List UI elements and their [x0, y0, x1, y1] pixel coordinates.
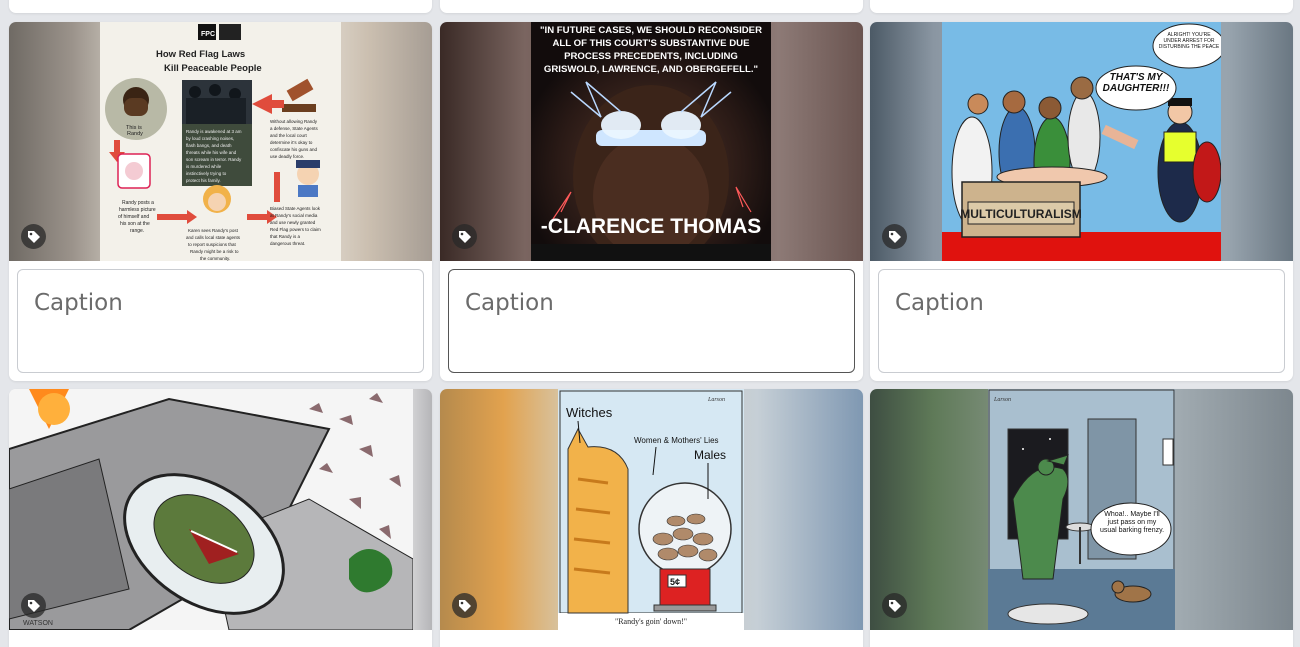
- caption-input[interactable]: [17, 269, 424, 373]
- svg-text:and the local court: and the local court: [270, 133, 308, 138]
- tag-button[interactable]: [882, 224, 907, 249]
- quote-attribution: -CLARENCE THOMAS: [541, 215, 762, 238]
- svg-text:by loud crashing noises,: by loud crashing noises,: [186, 136, 234, 141]
- image-card: Whoa!.. Maybe I'll just pass on my usual…: [870, 389, 1293, 647]
- svg-text:range.: range.: [130, 228, 144, 234]
- svg-text:Biased State Agents look: Biased State Agents look: [270, 206, 321, 211]
- cartoon-caption: "Randy's goin' down!": [615, 617, 687, 626]
- quote-image: "IN FUTURE CASES, WE SHOULD RECONSIDER A…: [531, 22, 771, 261]
- tag-button[interactable]: [452, 224, 477, 249]
- svg-text:son scream in terror. Randy: son scream in terror. Randy: [186, 157, 242, 162]
- svg-text:of himself and: of himself and: [118, 214, 149, 220]
- svg-text:flash bangs, and death: flash bangs, and death: [186, 143, 232, 148]
- infographic-title: How Red Flag Laws: [156, 49, 245, 60]
- card-stub: [9, 0, 432, 13]
- svg-text:is murdered while: is murdered while: [186, 164, 222, 169]
- cartoon-image: MULTICULTURALISM THAT'S MY DAUGHTER!!! A…: [942, 22, 1221, 261]
- svg-text:and calls local state agents: and calls local state agents: [186, 235, 241, 240]
- bubble-arrest: ALRIGHT! YOU'RE UNDER ARREST FOR DISTURB…: [1158, 32, 1220, 50]
- svg-text:use deadly force.: use deadly force.: [270, 154, 304, 159]
- tag-icon: [27, 599, 40, 612]
- svg-text:that Randy is a: that Randy is a: [270, 234, 301, 239]
- image-card: "IN FUTURE CASES, WE SHOULD RECONSIDER A…: [440, 22, 863, 381]
- table-label: MULTICULTURALISM: [960, 207, 1082, 221]
- svg-text:at Randy's social media: at Randy's social media: [270, 213, 318, 218]
- caption-input[interactable]: [448, 269, 855, 373]
- image-preview[interactable]: MULTICULTURALISM THAT'S MY DAUGHTER!!! A…: [870, 22, 1293, 261]
- comic-image: WATSON: [9, 389, 413, 630]
- svg-text:the community.: the community.: [200, 256, 230, 261]
- tag-button[interactable]: [21, 593, 46, 618]
- label-witches: Witches: [566, 405, 613, 420]
- infographic-subtitle: Kill Peaceable People: [164, 63, 262, 74]
- image-preview[interactable]: WATSON: [9, 389, 432, 630]
- image-preview[interactable]: Whoa!.. Maybe I'll just pass on my usual…: [870, 389, 1293, 630]
- image-preview[interactable]: 5¢ Witches Women & Mothers' Lies Males L…: [440, 389, 863, 630]
- image-grid: FPC How Red Flag Laws Kill Peaceable Peo…: [0, 0, 1300, 647]
- svg-text:to report suspicions that: to report suspicions that: [188, 242, 237, 247]
- signature: WATSON: [23, 620, 53, 627]
- cartoon-image: Whoa!.. Maybe I'll just pass on my usual…: [988, 389, 1175, 630]
- svg-text:Randy posts a: Randy posts a: [122, 200, 154, 206]
- tag-button[interactable]: [452, 593, 477, 618]
- price-label: 5¢: [670, 577, 680, 587]
- svg-text:protect his family.: protect his family.: [186, 178, 221, 183]
- svg-text:and use newly granted: and use newly granted: [270, 220, 316, 225]
- svg-text:Randy is awakened at 3 am: Randy is awakened at 3 am: [186, 129, 242, 134]
- label-lies: Women & Mothers' Lies: [634, 436, 719, 445]
- bubble-text: Whoa!.. Maybe I'll just pass on my usual…: [1099, 511, 1165, 534]
- bubble-daughter: THAT'S MY DAUGHTER!!!: [1102, 72, 1170, 94]
- image-preview[interactable]: "IN FUTURE CASES, WE SHOULD RECONSIDER A…: [440, 22, 863, 261]
- image-card: WATSON: [9, 389, 432, 647]
- tag-icon: [27, 230, 40, 243]
- tag-icon: [458, 230, 471, 243]
- tag-icon: [888, 230, 901, 243]
- image-card: MULTICULTURALISM THAT'S MY DAUGHTER!!! A…: [870, 22, 1293, 381]
- tag-button[interactable]: [882, 593, 907, 618]
- image-card: 5¢ Witches Women & Mothers' Lies Males L…: [440, 389, 863, 647]
- label-males: Males: [694, 448, 726, 462]
- card-stub: [440, 0, 863, 13]
- svg-text:Without allowing Randy: Without allowing Randy: [270, 119, 318, 124]
- tag-icon: [888, 599, 901, 612]
- signature: Larson: [993, 397, 1011, 403]
- svg-text:Red Flag powers to claim: Red Flag powers to claim: [270, 227, 321, 232]
- image-card: FPC How Red Flag Laws Kill Peaceable Peo…: [9, 22, 432, 381]
- svg-text:harmless picture: harmless picture: [119, 207, 156, 213]
- svg-text:confiscate his guns and: confiscate his guns and: [270, 147, 318, 152]
- svg-text:Randy: Randy: [127, 131, 143, 137]
- svg-text:a defense, State Agents: a defense, State Agents: [270, 126, 319, 131]
- tag-button[interactable]: [21, 224, 46, 249]
- svg-text:his son at the: his son at the: [120, 221, 150, 227]
- cartoon-image: 5¢ Witches Women & Mothers' Lies Males L…: [558, 389, 744, 630]
- card-stub: [870, 0, 1293, 13]
- signature: Larson: [707, 397, 725, 403]
- svg-text:dangerous threat.: dangerous threat.: [270, 241, 305, 246]
- image-preview[interactable]: FPC How Red Flag Laws Kill Peaceable Peo…: [9, 22, 432, 261]
- svg-text:Karen sees Randy's post: Karen sees Randy's post: [188, 228, 239, 233]
- caption-input[interactable]: [878, 269, 1285, 373]
- infographic-image: FPC How Red Flag Laws Kill Peaceable Peo…: [100, 22, 341, 261]
- svg-text:Randy might be a risk to: Randy might be a risk to: [190, 249, 239, 254]
- tag-icon: [458, 599, 471, 612]
- svg-text:threats while his wife and: threats while his wife and: [186, 150, 237, 155]
- quote-text: "IN FUTURE CASES, WE SHOULD RECONSIDER A…: [539, 25, 763, 75]
- svg-text:instinctively trying to: instinctively trying to: [186, 171, 227, 176]
- svg-text:determine it's okay to: determine it's okay to: [270, 140, 313, 145]
- logo-text: FPC: [201, 31, 215, 38]
